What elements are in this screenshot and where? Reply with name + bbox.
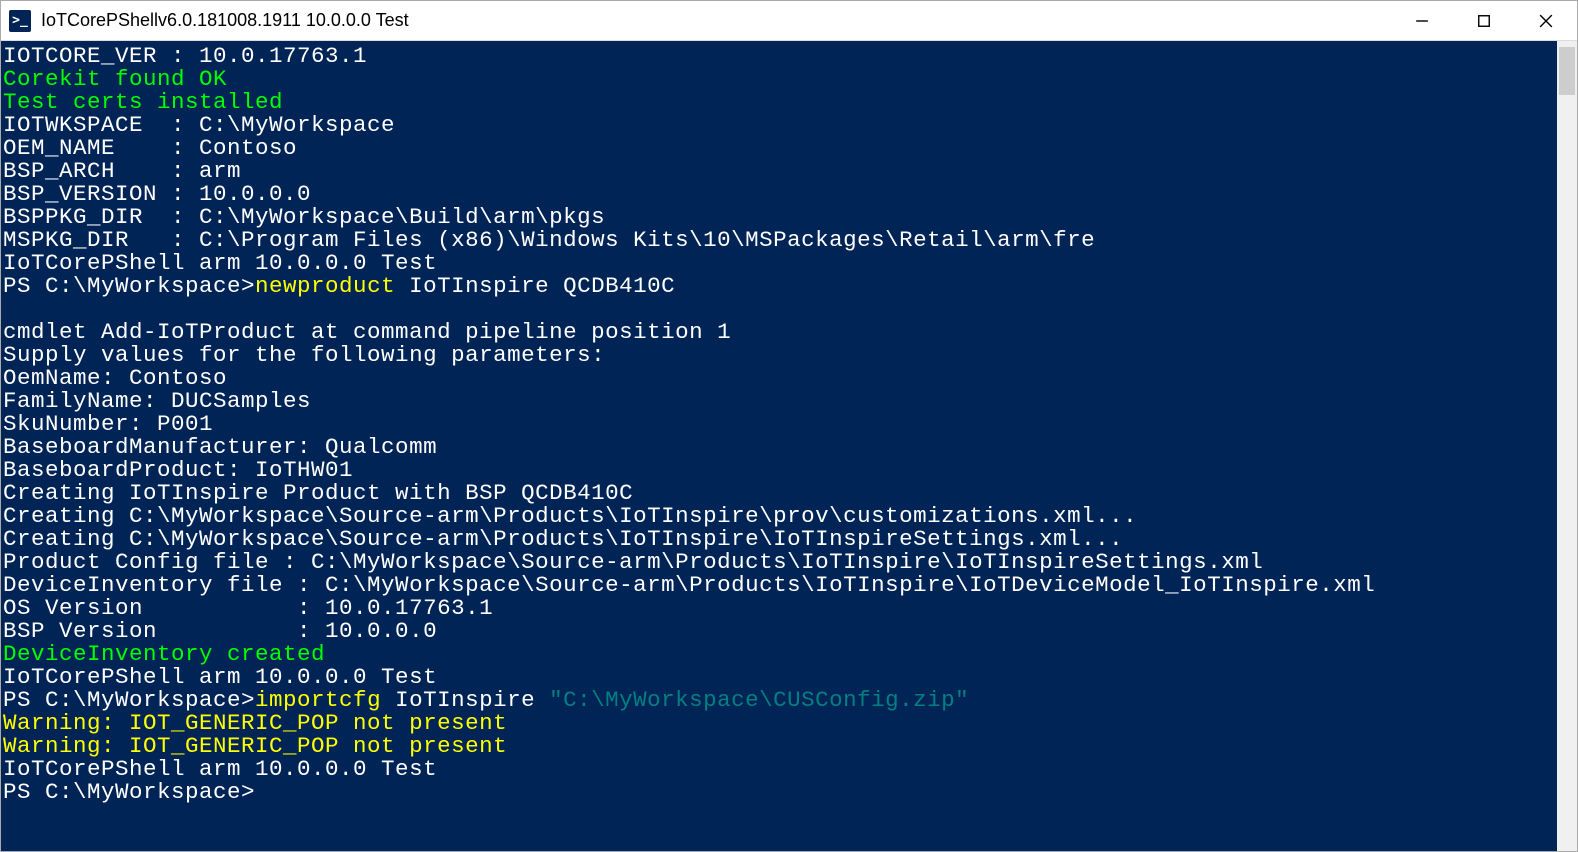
terminal-prompt: PS C:\MyWorkspace> (3, 779, 255, 805)
terminal-wrapper: IOTCORE_VER : 10.0.17763.1 Corekit found… (1, 41, 1577, 851)
window-titlebar[interactable]: >_ IoTCorePShellv6.0.181008.1911 10.0.0.… (1, 1, 1577, 41)
window-controls (1391, 1, 1577, 40)
minimize-button[interactable] (1391, 1, 1453, 40)
terminal[interactable]: IOTCORE_VER : 10.0.17763.1 Corekit found… (1, 41, 1557, 851)
close-button[interactable] (1515, 1, 1577, 40)
powershell-icon: >_ (9, 10, 31, 32)
terminal-prompt: PS C:\MyWorkspace> (3, 273, 255, 299)
maximize-button[interactable] (1453, 1, 1515, 40)
vertical-scrollbar[interactable] (1557, 41, 1577, 851)
scrollbar-thumb[interactable] (1559, 47, 1575, 95)
terminal-command: newproduct (255, 273, 395, 299)
terminal-string-arg: "C:\MyWorkspace\CUSConfig.zip" (549, 687, 969, 713)
window-title: IoTCorePShellv6.0.181008.1911 10.0.0.0 T… (41, 10, 1391, 31)
terminal-args: IoTInspire QCDB410C (395, 273, 675, 299)
